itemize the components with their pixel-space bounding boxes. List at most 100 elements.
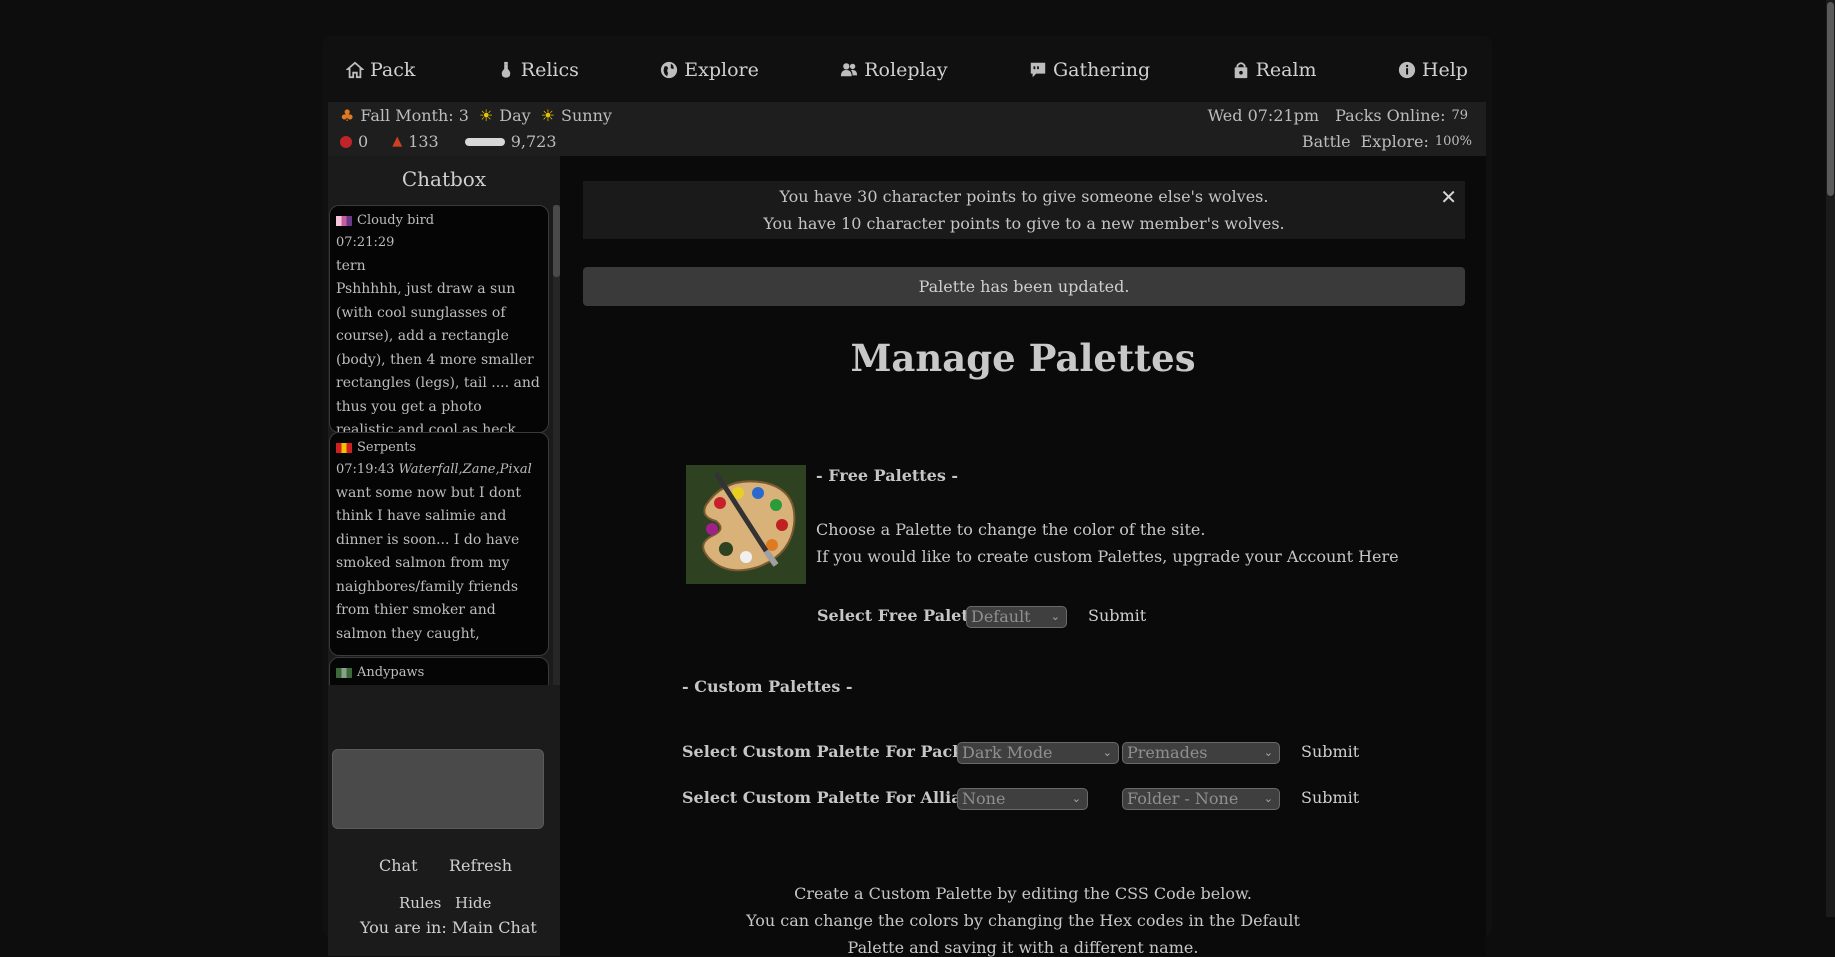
nav-roleplay[interactable]: Roleplay: [840, 59, 948, 81]
chat-messages: Cloudy bird 07:21:29 tern Pshhhhh, just …: [328, 205, 560, 685]
time-of-day: Day: [499, 106, 531, 125]
chatbox: Chatbox Cloudy bird 07:21:29 tern Pshhhh…: [328, 156, 560, 956]
chat-message: Serpents 07:19:43 Waterfall,Zane,Pixal w…: [329, 432, 549, 656]
online-info: Wed 07:21pm Packs Online: 79: [1208, 106, 1468, 125]
sun-icon: ☀: [478, 106, 494, 125]
packs-online-count: 79: [1451, 108, 1468, 123]
apple-icon: [340, 135, 352, 148]
flag-icon: [336, 668, 352, 678]
chat-user[interactable]: Andypaws: [336, 663, 542, 683]
pack-folder-select[interactable]: Premades ⌄: [1122, 742, 1280, 764]
chat-user[interactable]: Serpents: [336, 438, 542, 458]
explore-value: 100%: [1434, 134, 1472, 149]
notice-line-2: You have 10 character points to give to …: [763, 214, 1285, 233]
nav-label: Realm: [1255, 59, 1317, 81]
chat-button[interactable]: Chat: [379, 856, 418, 875]
weather-sun-icon: ☀: [540, 106, 556, 125]
chat-location: You are in: Main Chat: [360, 918, 537, 937]
select-value: None: [962, 789, 1006, 808]
chevron-down-icon: ⌄: [1102, 746, 1112, 759]
page-title: Manage Palettes: [850, 336, 1196, 380]
nav-relics[interactable]: Relics: [497, 59, 579, 81]
page-scroll-thumb[interactable]: [1827, 2, 1834, 196]
free-palettes-heading: - Free Palettes -: [816, 466, 959, 485]
season-text: Fall Month: 3: [360, 106, 469, 125]
alliance-submit-button[interactable]: Submit: [1301, 788, 1359, 807]
chat-username: Cloudy bird: [357, 213, 435, 228]
rules-link[interactable]: Rules: [399, 894, 441, 912]
chat-text-continued: Pshhhhh, just draw a sun (with cool sung…: [336, 281, 540, 433]
nav-realm[interactable]: Realm: [1232, 59, 1317, 81]
nav-help[interactable]: Help: [1398, 59, 1468, 81]
globe-icon: [661, 61, 678, 79]
weather-text: Sunny: [561, 106, 612, 125]
pack-palette-label: Select Custom Palette For Pack: [682, 742, 964, 761]
alliance-palette-label: Select Custom Palette For Alliance: [682, 788, 994, 807]
site-frame: Pack Relics Explore Roleplay Gathering R…: [322, 36, 1492, 957]
main-content: You have 30 character points to give som…: [560, 156, 1486, 957]
refresh-button[interactable]: Refresh: [449, 856, 512, 875]
chat-input[interactable]: [332, 749, 544, 829]
chat-user[interactable]: Cloudy bird: [336, 211, 542, 231]
chatbox-title: Chatbox: [401, 167, 487, 191]
select-free-palette-label: Select Free Palette: [817, 606, 987, 625]
chat-time: 07:21:29: [336, 235, 395, 250]
bone-count: 9,723: [510, 132, 557, 151]
status-bar: ♣ Fall Month: 3 ☀ Day ☀ Sunny 0 ▲ 133 9,…: [328, 102, 1486, 156]
info-icon: [1398, 61, 1416, 79]
flag-icon: [336, 216, 352, 226]
resources: 0 ▲ 133 9,723: [340, 132, 557, 151]
css-instructions-1: Create a Custom Palette by editing the C…: [794, 884, 1252, 903]
select-value: Dark Mode: [962, 743, 1053, 762]
page-scrollbar[interactable]: [1826, 0, 1835, 917]
close-icon[interactable]: ✕: [1440, 184, 1457, 211]
chat-time-row: 07:19:43 Waterfall,Zane,Pixal: [336, 458, 542, 482]
users-icon: [841, 63, 858, 77]
chat-tags[interactable]: Waterfall,Zane,Pixal: [399, 462, 532, 477]
season-info: ♣ Fall Month: 3 ☀ Day ☀ Sunny: [340, 106, 612, 125]
apple-count: 0: [358, 132, 369, 151]
chevron-down-icon: ⌄: [1071, 792, 1081, 805]
palette-updated-message: Palette has been updated.: [583, 267, 1465, 306]
chat-time: 07:19:43: [336, 462, 395, 477]
nav-pack[interactable]: Pack: [346, 59, 415, 81]
free-submit-button[interactable]: Submit: [1088, 606, 1146, 625]
nav-label: Help: [1421, 59, 1468, 81]
packs-online-label: Packs Online:: [1335, 106, 1446, 125]
battle-explore: Battle Explore: 100%: [1302, 132, 1472, 151]
explore-label[interactable]: Explore:: [1361, 132, 1429, 151]
flag-icon: [336, 443, 352, 453]
free-palette-select[interactable]: Default ⌄: [966, 606, 1067, 628]
pack-palette-select[interactable]: Dark Mode ⌄: [957, 742, 1119, 764]
chat-scroll-thumb[interactable]: [553, 205, 560, 277]
select-value: Folder - None: [1127, 789, 1239, 808]
chat-text: tern: [336, 257, 366, 274]
nav-gathering[interactable]: Gathering: [1029, 59, 1150, 81]
pack-submit-button[interactable]: Submit: [1301, 742, 1359, 761]
chat-bubble-icon: [1030, 62, 1046, 78]
custom-palettes-heading: - Custom Palettes -: [682, 677, 853, 696]
alliance-palette-select[interactable]: None ⌄: [957, 788, 1088, 810]
bone-icon: [464, 137, 505, 146]
css-instructions-3: Palette and saving it with a different n…: [847, 938, 1199, 957]
chat-username: Andypaws: [357, 665, 425, 680]
nav-label: Roleplay: [864, 59, 948, 81]
chat-scrollbar[interactable]: [553, 205, 560, 685]
nav-explore[interactable]: Explore: [660, 59, 759, 81]
datetime: Wed 07:21pm: [1207, 106, 1320, 125]
select-value: Premades: [1127, 743, 1208, 762]
top-nav: Pack Relics Explore Roleplay Gathering R…: [322, 36, 1492, 104]
leaf-icon: ♣: [340, 106, 355, 125]
chat-username: Serpents: [357, 440, 417, 455]
nav-label: Pack: [370, 59, 416, 81]
css-instructions-2: You can change the colors by changing th…: [746, 911, 1300, 930]
chat-message: Andypaws: [329, 657, 549, 685]
battle-label[interactable]: Battle: [1302, 132, 1351, 151]
chevron-down-icon: ⌄: [1263, 792, 1273, 805]
alliance-folder-select[interactable]: Folder - None ⌄: [1122, 788, 1280, 810]
potion-icon: [501, 61, 510, 78]
chat-text: want some now but I dont think I have sa…: [336, 484, 521, 642]
nav-label: Gathering: [1053, 59, 1151, 81]
upgrade-account-link[interactable]: If you would like to create custom Palet…: [816, 547, 1399, 566]
hide-link[interactable]: Hide: [455, 894, 491, 912]
